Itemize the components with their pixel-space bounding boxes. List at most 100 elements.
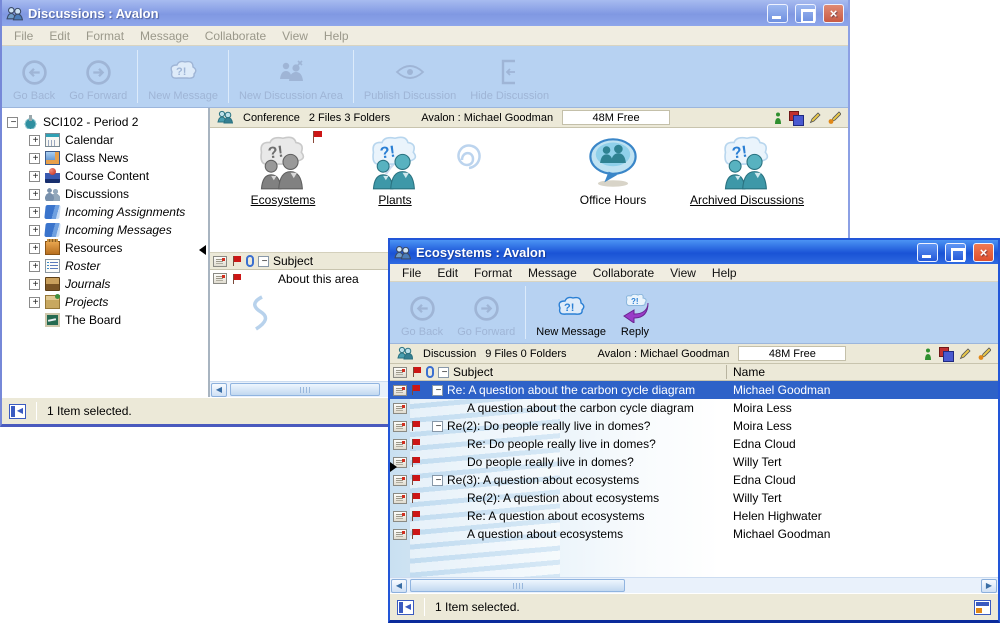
collapse-all-icon[interactable] <box>438 367 449 378</box>
menu-item[interactable]: View <box>662 265 704 281</box>
menu-item[interactable]: Help <box>704 265 745 281</box>
pane-splitter-arrow-icon[interactable] <box>199 245 206 255</box>
tree-item[interactable]: The Board <box>2 311 208 329</box>
tree-item[interactable]: Incoming Assignments <box>2 203 208 221</box>
toolbar-button[interactable]: ?! New Message <box>141 48 225 105</box>
menu-item[interactable]: Format <box>78 28 132 44</box>
conference-desktop-item[interactable]: ?! Ecosystems <box>218 135 348 207</box>
menu-item[interactable]: File <box>6 28 41 44</box>
menu-item[interactable]: Message <box>132 28 197 44</box>
conference-desktop-item[interactable]: ?! Archived Discussions <box>672 135 822 207</box>
tree-item[interactable]: SCI102 - Period 2 <box>2 113 208 131</box>
tree-item[interactable]: Course Content <box>2 167 208 185</box>
menu-item[interactable]: Collaborate <box>197 28 274 44</box>
ecosystems-titlebar[interactable]: Ecosystems : Avalon × <box>390 240 998 264</box>
tree-expand-toggle-icon[interactable] <box>29 243 40 254</box>
menu-item[interactable]: Format <box>466 265 520 281</box>
windows-icon[interactable] <box>939 347 952 360</box>
tree-item-label: Resources <box>65 241 122 255</box>
tree-expand-toggle-icon[interactable] <box>29 279 40 290</box>
pencil-icon[interactable] <box>959 348 971 360</box>
message-row[interactable]: Re(2): Do people really live in domes? M… <box>390 417 998 435</box>
menu-item[interactable]: Help <box>316 28 357 44</box>
tree-expand-toggle-icon[interactable] <box>29 153 40 164</box>
tree-expand-toggle-icon[interactable] <box>29 225 40 236</box>
pencil-icon[interactable] <box>809 112 821 124</box>
message-row[interactable]: Re: A question about ecosystems Helen Hi… <box>390 507 998 525</box>
conference-desktop-item[interactable]: ?! Plants <box>330 135 460 207</box>
message-row[interactable]: Re(2): A question about ecosystems Willy… <box>390 489 998 507</box>
discussions-titlebar[interactable]: Discussions : Avalon × <box>2 0 848 26</box>
message-list-header[interactable]: Subject Name <box>390 364 998 381</box>
message-row[interactable]: Re: Do people really live in domes? Edna… <box>390 435 998 453</box>
tree-expand-toggle-icon[interactable] <box>7 117 18 128</box>
maximize-button[interactable] <box>795 4 816 23</box>
tree-item[interactable]: Journals <box>2 275 208 293</box>
collapse-toggle-icon[interactable] <box>432 421 443 432</box>
collapse-toggle-icon[interactable] <box>432 475 443 486</box>
tree-item[interactable]: Discussions <box>2 185 208 203</box>
tree-expand-toggle-icon[interactable] <box>29 261 40 272</box>
pane-splitter-arrow-icon[interactable] <box>390 462 397 472</box>
message-row[interactable]: A question about ecosystems Michael Good… <box>390 525 998 543</box>
maximize-button[interactable] <box>945 243 966 262</box>
close-button[interactable]: × <box>973 243 994 262</box>
flag-icon <box>410 510 421 522</box>
tree-item[interactable]: Projects <box>2 293 208 311</box>
scrollbar-thumb[interactable] <box>230 383 380 396</box>
windows-icon[interactable] <box>789 111 802 124</box>
permissions-pencil-icon[interactable] <box>828 111 841 124</box>
online-user-icon[interactable] <box>774 112 782 124</box>
toolbar-button[interactable]: Hide Discussion <box>463 48 556 105</box>
collapse-all-icon[interactable] <box>258 256 269 267</box>
view-grid-icon[interactable] <box>974 600 991 615</box>
tree-expand-toggle-icon[interactable] <box>29 189 40 200</box>
toolbar-button[interactable]: Go Forward <box>62 48 134 105</box>
scroll-left-button[interactable]: ◀ <box>211 383 227 397</box>
message-row[interactable]: Re(3): A question about ecosystems Edna … <box>390 471 998 489</box>
pane-toggle-icon[interactable] <box>397 600 414 615</box>
new-message-icon: ?! <box>168 56 198 88</box>
menu-item[interactable]: File <box>394 265 429 281</box>
menu-item[interactable]: Edit <box>41 28 78 44</box>
menu-item[interactable]: Edit <box>429 265 466 281</box>
toolbar-button[interactable]: New Discussion Area <box>232 48 350 105</box>
toolbar-button[interactable]: Go Forward <box>450 284 522 341</box>
scrollbar-thumb[interactable] <box>410 579 625 592</box>
horizontal-scrollbar[interactable]: ◀ ▶ <box>390 577 998 593</box>
conference-desktop-item[interactable]: Office Hours <box>548 135 678 207</box>
message-row[interactable]: A question about the carbon cycle diagra… <box>390 399 998 417</box>
toolbar-button[interactable]: Go Back <box>394 284 450 341</box>
menu-item[interactable]: Collaborate <box>585 265 662 281</box>
conference-desktop-item-label: Archived Discussions <box>690 193 804 207</box>
scroll-left-button[interactable]: ◀ <box>391 579 407 593</box>
name-column-header[interactable]: Name <box>726 365 998 379</box>
permissions-pencil-icon[interactable] <box>978 347 991 360</box>
tree-item[interactable]: Resources <box>2 239 208 257</box>
message-row[interactable]: Do people really live in domes? Willy Te… <box>390 453 998 471</box>
pane-toggle-icon[interactable] <box>9 404 26 419</box>
menu-item[interactable]: Message <box>520 265 585 281</box>
minimize-button[interactable] <box>917 243 938 262</box>
close-button[interactable]: × <box>823 4 844 23</box>
toolbar-button[interactable]: Publish Discussion <box>357 48 463 105</box>
toolbar-button[interactable]: Go Back <box>6 48 62 105</box>
toolbar-button[interactable]: ?! New Message <box>529 284 613 341</box>
tree-expand-toggle-icon[interactable] <box>29 297 40 308</box>
message-row[interactable]: Re: A question about the carbon cycle di… <box>390 381 998 399</box>
minimize-button[interactable] <box>767 4 788 23</box>
toolbar-button[interactable]: ?! Reply <box>613 284 657 341</box>
tree-expand-toggle-icon[interactable] <box>29 171 40 182</box>
tree-item[interactable]: Roster <box>2 257 208 275</box>
tree-item[interactable]: Incoming Messages <box>2 221 208 239</box>
tree-item-icon <box>45 259 60 273</box>
tree-expand-toggle-icon[interactable] <box>29 135 40 146</box>
scroll-right-button[interactable]: ▶ <box>981 579 997 593</box>
subject-column-header[interactable]: Subject <box>390 365 726 379</box>
tree-expand-toggle-icon[interactable] <box>29 207 40 218</box>
collapse-toggle-icon[interactable] <box>432 385 443 396</box>
online-user-icon[interactable] <box>924 348 932 360</box>
tree-item[interactable]: Class News <box>2 149 208 167</box>
tree-item[interactable]: Calendar <box>2 131 208 149</box>
menu-item[interactable]: View <box>274 28 316 44</box>
